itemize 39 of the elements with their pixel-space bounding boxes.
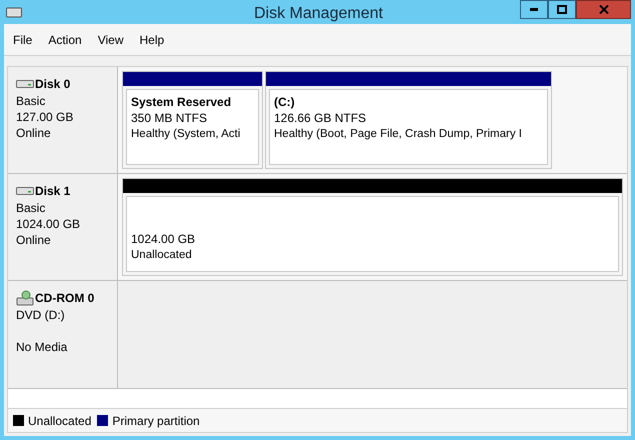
cd-drive-icon [16,290,34,306]
partition[interactable]: 1024.00 GB Unallocated [122,178,623,276]
partition-name: (C:) [274,94,296,110]
partition-status: Healthy (System, Acti [131,127,242,142]
disk-detail: DVD (D:) [16,307,66,323]
partition-size: 126.66 GB NTFS [274,110,368,126]
partition-size: 1024.00 GB [131,231,196,247]
minimize-button[interactable] [520,0,548,19]
disk-detail: Online [16,232,52,248]
disk-name: CD-ROM 0 [35,290,94,307]
menu-item[interactable]: Help [140,30,164,48]
hard-drive-icon [16,186,34,196]
minimize-icon [530,8,538,11]
legend-label: Primary partition [112,412,200,430]
disk-detail: Basic [16,93,46,109]
menu-item[interactable]: Action [48,30,82,48]
disk-name: Disk 1 [35,183,70,200]
disk-detail: 127.00 GB [16,109,74,125]
window-title: Disk Management [254,4,383,24]
legend-label: Unallocated [28,412,92,430]
maximize-icon [557,5,567,14]
disk-detail: 1024.00 GB [16,216,82,232]
close-icon [598,5,608,14]
partition-size: 350 MB NTFS [131,110,208,126]
maximize-button[interactable] [548,0,576,19]
disk-name: Disk 0 [35,76,70,93]
disk-detail: Online [16,125,52,141]
menu-item[interactable]: View [98,30,124,48]
partition-status: Unallocated [131,248,193,263]
close-button[interactable] [576,0,631,19]
disk-status: No Media [16,339,68,355]
partition-name: System Reserved [131,94,232,110]
partition[interactable]: System Reserved 350 MB NTFS Healthy (System, Acti [122,71,263,169]
app-icon [6,5,22,19]
disk-detail: Basic [16,200,46,216]
menu-item[interactable]: File [13,30,32,48]
hard-drive-icon [16,79,34,89]
partition-status: Healthy (Boot, Page File, Crash Dump, Primary I [274,127,523,142]
partition[interactable]: (C:) 126.66 GB NTFS Healthy (Boot, Page File, Crash Dump, Primary I [265,71,552,169]
